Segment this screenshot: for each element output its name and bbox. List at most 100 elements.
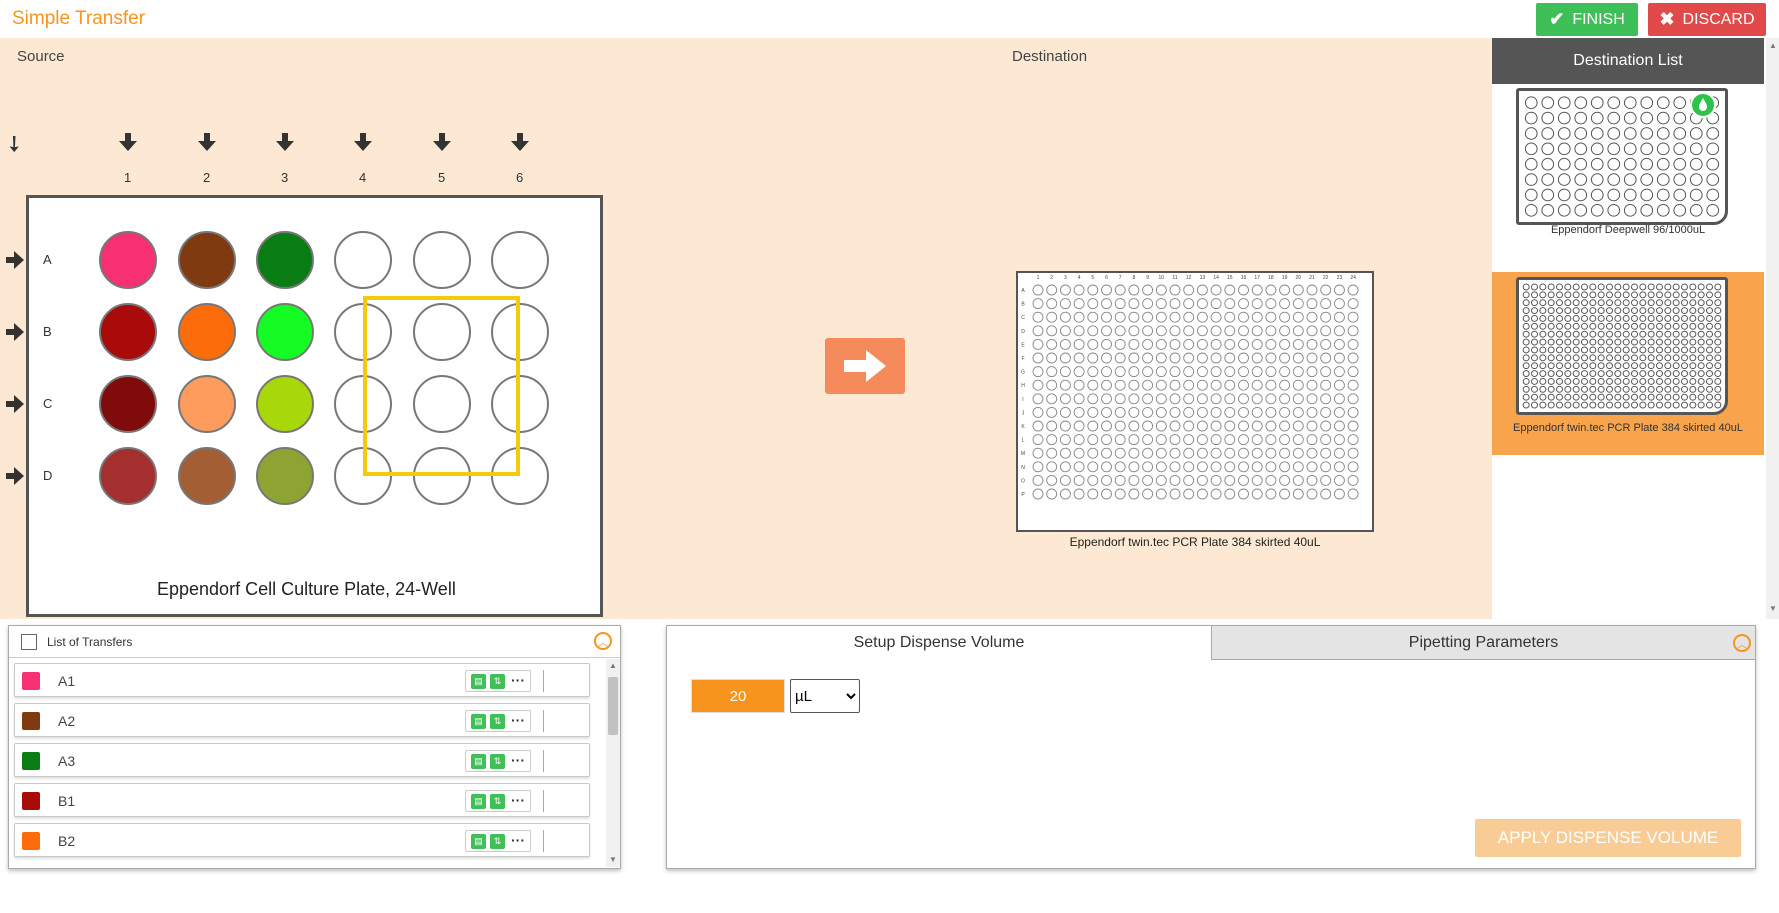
plate-view-icon[interactable]: ▤ [471, 714, 486, 729]
apply-dispense-volume-button[interactable]: APPLY DISPENSE VOLUME [1475, 819, 1741, 857]
dest-well[interactable] [1114, 325, 1126, 337]
dest-well[interactable] [1210, 447, 1222, 459]
dest-well[interactable] [1059, 338, 1071, 350]
dest-well[interactable] [1224, 461, 1236, 473]
dest-well[interactable] [1279, 338, 1291, 350]
dest-well[interactable] [1320, 488, 1332, 500]
dest-well[interactable] [1210, 284, 1222, 296]
dest-well[interactable] [1142, 461, 1154, 473]
dest-well[interactable] [1251, 488, 1263, 500]
dest-well[interactable] [1128, 420, 1140, 432]
dest-well[interactable] [1032, 488, 1044, 500]
dest-well[interactable] [1169, 338, 1181, 350]
dest-well[interactable] [1046, 434, 1058, 446]
dest-well[interactable] [1292, 406, 1304, 418]
dest-well[interactable] [1087, 406, 1099, 418]
well-D2[interactable] [178, 447, 236, 505]
dest-well[interactable] [1279, 284, 1291, 296]
collapse-icon[interactable]: ︿ [1733, 634, 1751, 652]
dest-well[interactable] [1128, 366, 1140, 378]
plate-view-icon[interactable]: ▤ [471, 754, 486, 769]
dest-well[interactable] [1183, 325, 1195, 337]
dest-well[interactable] [1114, 311, 1126, 323]
well-B2[interactable] [178, 303, 236, 361]
dest-well[interactable] [1128, 379, 1140, 391]
dest-well[interactable] [1087, 393, 1099, 405]
dest-well[interactable] [1183, 474, 1195, 486]
dest-well[interactable] [1210, 298, 1222, 310]
dest-well[interactable] [1059, 434, 1071, 446]
column-select-arrow-icon[interactable] [276, 133, 294, 151]
dest-well[interactable] [1142, 366, 1154, 378]
dest-well[interactable] [1265, 393, 1277, 405]
dest-well[interactable] [1196, 284, 1208, 296]
dest-well[interactable] [1032, 298, 1044, 310]
dest-well[interactable] [1279, 379, 1291, 391]
dest-well[interactable] [1155, 338, 1167, 350]
destination-plate[interactable]: 1 2 3 4 5 6 7 8 9 10 11 12 13 14 15 16 17 18 19 20 21 22 23 24 A… [1016, 271, 1374, 532]
row-select-arrow-icon[interactable] [6, 251, 24, 269]
dest-well[interactable] [1251, 447, 1263, 459]
dest-well[interactable] [1238, 461, 1249, 473]
dest-well[interactable] [1046, 352, 1058, 364]
dest-well[interactable] [1292, 393, 1304, 405]
dest-well[interactable] [1059, 352, 1071, 364]
dest-well[interactable] [1114, 406, 1126, 418]
dest-well[interactable] [1114, 474, 1126, 486]
dest-well[interactable] [1183, 488, 1195, 500]
dest-well[interactable] [1320, 352, 1332, 364]
dest-well[interactable] [1032, 434, 1044, 446]
dest-well[interactable] [1032, 379, 1044, 391]
dest-well[interactable] [1101, 298, 1112, 310]
dest-well[interactable] [1292, 461, 1304, 473]
dest-well[interactable] [1347, 488, 1359, 500]
dest-well[interactable] [1087, 379, 1099, 391]
dest-well[interactable] [1196, 434, 1208, 446]
dest-well[interactable] [1306, 488, 1318, 500]
dest-well[interactable] [1183, 406, 1195, 418]
dest-well[interactable] [1183, 461, 1195, 473]
dest-well[interactable] [1059, 461, 1071, 473]
dest-well[interactable] [1265, 434, 1277, 446]
dest-well[interactable] [1101, 379, 1112, 391]
dest-well[interactable] [1224, 325, 1236, 337]
dest-well[interactable] [1292, 434, 1304, 446]
dest-well[interactable] [1114, 461, 1126, 473]
dest-well[interactable] [1306, 461, 1318, 473]
dest-well[interactable] [1183, 311, 1195, 323]
dest-well[interactable] [1306, 393, 1318, 405]
dest-well[interactable] [1251, 420, 1263, 432]
dest-well[interactable] [1224, 352, 1236, 364]
dest-well[interactable] [1169, 311, 1181, 323]
dest-well[interactable] [1251, 461, 1263, 473]
dest-well[interactable] [1046, 284, 1058, 296]
dest-well[interactable] [1128, 393, 1140, 405]
dest-well[interactable] [1046, 420, 1058, 432]
dest-well[interactable] [1073, 284, 1085, 296]
dest-well[interactable] [1169, 298, 1181, 310]
dest-well[interactable] [1224, 406, 1236, 418]
dest-well[interactable] [1292, 284, 1304, 296]
dest-well[interactable] [1128, 474, 1140, 486]
dest-well[interactable] [1073, 352, 1085, 364]
dest-well[interactable] [1128, 325, 1140, 337]
dest-well[interactable] [1142, 298, 1154, 310]
dest-well[interactable] [1073, 406, 1085, 418]
dest-well[interactable] [1292, 474, 1304, 486]
dest-well[interactable] [1196, 298, 1208, 310]
dest-well[interactable] [1169, 352, 1181, 364]
dest-well[interactable] [1032, 393, 1044, 405]
dest-well[interactable] [1320, 298, 1332, 310]
dest-well[interactable] [1279, 298, 1291, 310]
dest-well[interactable] [1265, 488, 1277, 500]
dest-well[interactable] [1046, 488, 1058, 500]
dest-well[interactable] [1306, 420, 1318, 432]
well-D1[interactable] [99, 447, 157, 505]
destination-plate-wells[interactable]: 1 2 3 4 5 6 7 8 9 10 11 12 13 14 15 16 17 18 19 20 21 22 23 24A… [1018, 273, 1372, 530]
dest-well[interactable] [1333, 352, 1345, 364]
dest-well[interactable] [1101, 325, 1112, 337]
well-C2[interactable] [178, 375, 236, 433]
dest-well[interactable] [1238, 379, 1249, 391]
dest-well[interactable] [1087, 366, 1099, 378]
dest-well[interactable] [1347, 406, 1359, 418]
